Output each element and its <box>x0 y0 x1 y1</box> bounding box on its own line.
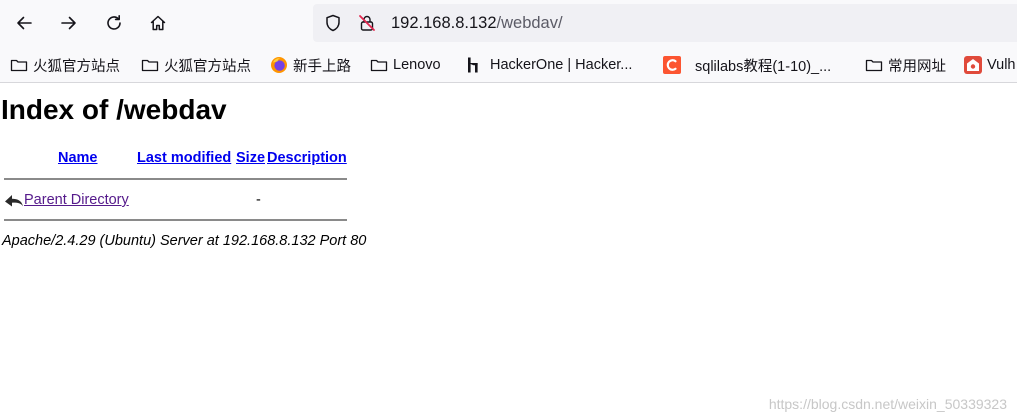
page-title: Index of /webdav <box>1 94 227 125</box>
bookmark-sqlilabs[interactable]: sqlilabs教程(1-10)_... <box>663 54 831 76</box>
url-bar[interactable]: 192.168.8.132/webdav/ <box>313 4 1017 42</box>
bookmark-folder-1[interactable]: 火狐官方站点 <box>10 54 120 76</box>
bookmark-folder-common-sites[interactable]: 常用网址 <box>865 54 946 76</box>
bookmarks-toolbar: 火狐官方站点 火狐官方站点 新手上路 Lenovo HackerOne | Ha… <box>0 46 1017 83</box>
bookmark-label: Lenovo <box>393 57 441 73</box>
size-cell: - <box>256 192 261 208</box>
url-path: /webdav/ <box>496 14 563 32</box>
folder-icon <box>370 56 388 74</box>
column-header-last-modified[interactable]: Last modified <box>137 149 231 167</box>
bookmark-hackerone[interactable]: HackerOne | Hacker... <box>464 54 632 76</box>
bookmark-getting-started[interactable]: 新手上路 <box>270 54 351 76</box>
hackerone-icon <box>464 56 482 74</box>
back-arrow-icon <box>5 195 23 207</box>
firefox-icon <box>270 56 288 74</box>
navigation-toolbar: 192.168.8.132/webdav/ <box>0 0 1017 46</box>
arrow-right-icon <box>61 16 76 30</box>
home-icon <box>150 15 166 31</box>
watermark: https://blog.csdn.net/weixin_50339323 <box>768 396 1007 412</box>
forward-button[interactable] <box>53 7 85 39</box>
arrow-left-icon <box>17 16 32 30</box>
parent-directory-link[interactable]: Parent Directory <box>24 191 129 209</box>
reload-icon <box>107 15 121 30</box>
table-top-rule <box>4 178 347 180</box>
home-button[interactable] <box>142 7 174 39</box>
bookmark-folder-lenovo[interactable]: Lenovo <box>370 54 441 76</box>
column-header-description[interactable]: Description <box>267 149 347 167</box>
url-host: 192.168.8.132 <box>391 14 497 32</box>
bookmark-folder-2[interactable]: 火狐官方站点 <box>141 54 251 76</box>
server-signature: Apache/2.4.29 (Ubuntu) Server at 192.168… <box>2 233 367 249</box>
bookmark-label: 常用网址 <box>888 58 946 75</box>
bookmark-label: 火狐官方站点 <box>164 58 251 75</box>
column-header-name[interactable]: Name <box>58 149 98 167</box>
csdn-icon <box>663 56 681 74</box>
back-button[interactable] <box>8 7 40 39</box>
page-content: Index of /webdav Name Last modified Size… <box>0 84 1017 420</box>
tracking-protection-shield-icon[interactable] <box>324 14 342 32</box>
bookmark-label: Vulh <box>987 57 1016 73</box>
insecure-lock-icon[interactable] <box>358 14 376 32</box>
reload-button[interactable] <box>98 7 130 39</box>
bookmark-label: sqlilabs教程(1-10)_... <box>695 58 832 75</box>
bookmark-vulhub[interactable]: Vulh <box>964 54 1015 76</box>
folder-icon <box>10 56 28 74</box>
vulhub-icon <box>964 56 982 74</box>
bookmark-label: 火狐官方站点 <box>33 58 120 75</box>
folder-icon <box>865 56 883 74</box>
bookmark-label: 新手上路 <box>293 58 351 75</box>
url-text[interactable]: 192.168.8.132/webdav/ <box>391 13 563 33</box>
folder-icon <box>141 56 159 74</box>
table-bottom-rule <box>4 219 347 221</box>
bookmark-label: HackerOne | Hacker... <box>490 57 633 73</box>
column-header-size[interactable]: Size <box>236 149 265 167</box>
